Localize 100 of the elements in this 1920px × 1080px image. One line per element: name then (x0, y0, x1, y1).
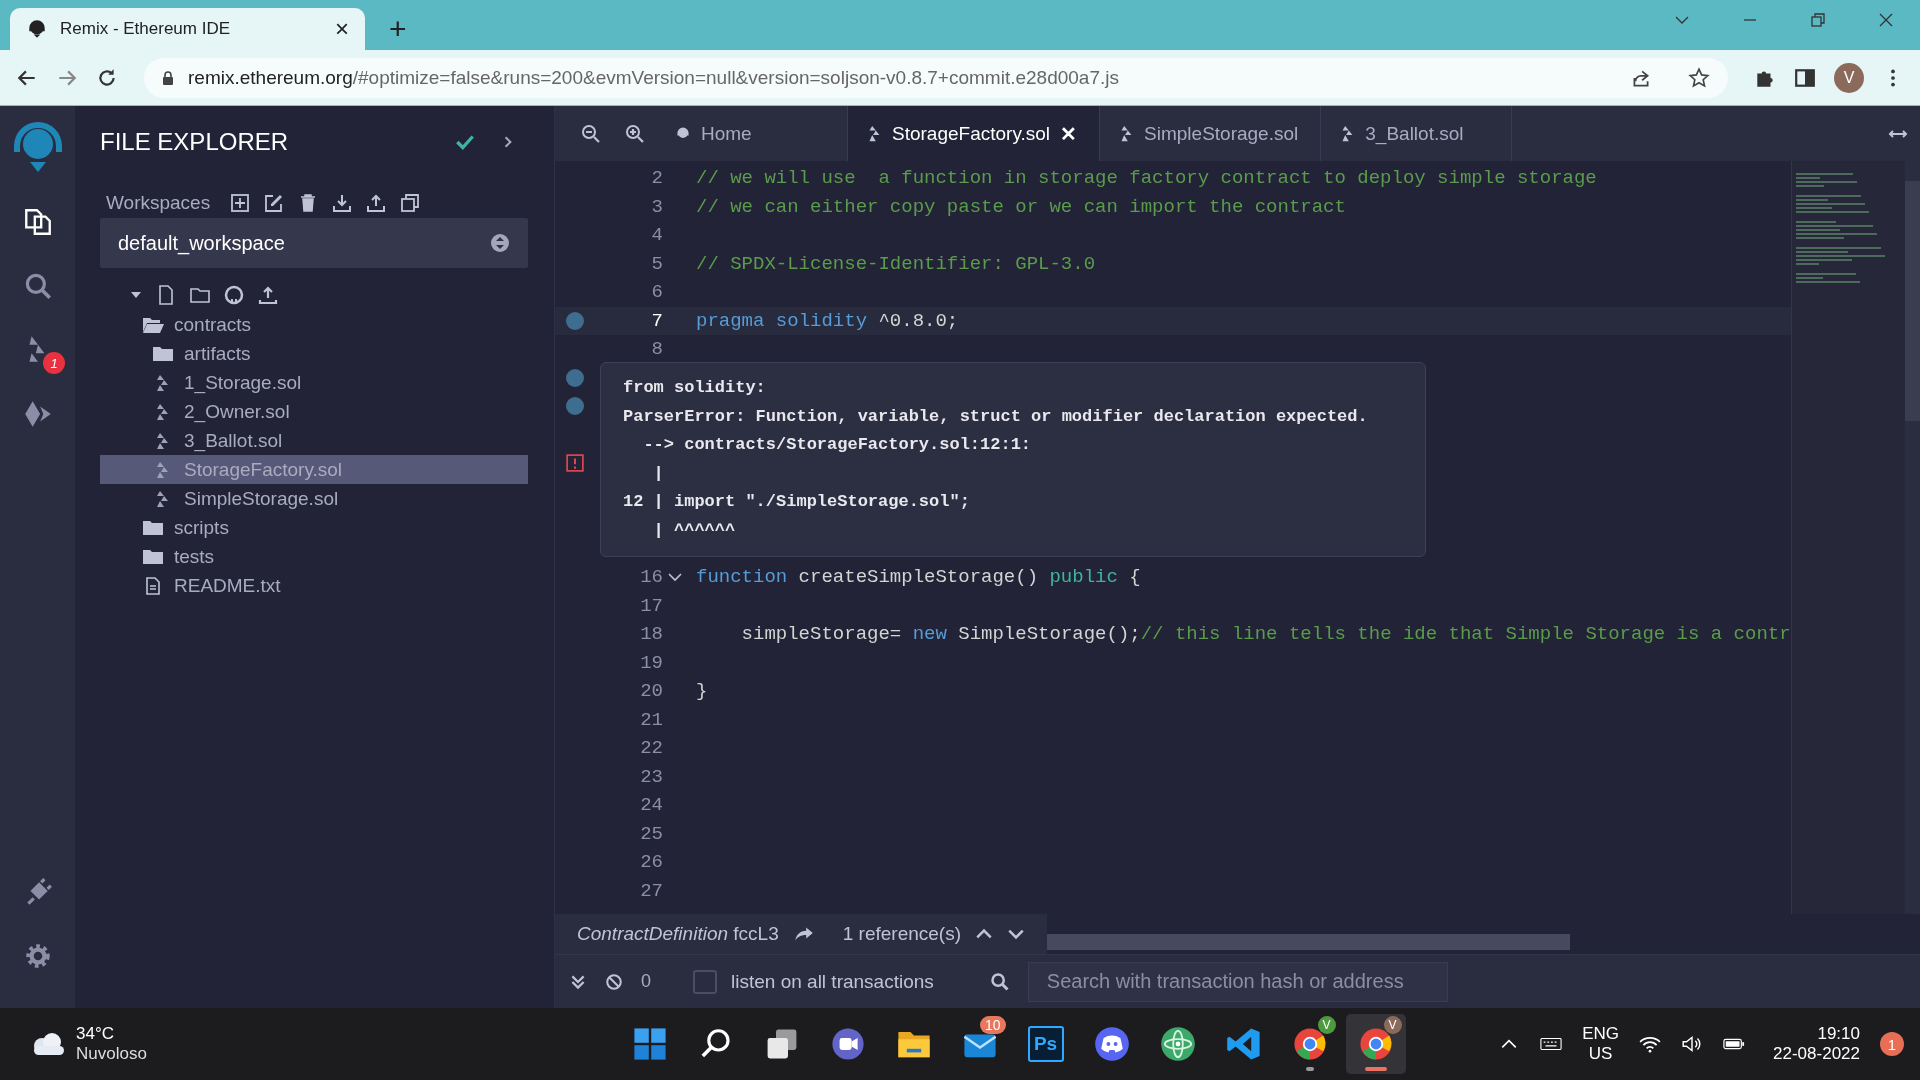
star-icon[interactable] (1688, 66, 1710, 89)
weather-condition: Nuvoloso (76, 1044, 147, 1064)
notification-badge: 1 (43, 352, 65, 374)
scrollbar-thumb[interactable] (1047, 934, 1570, 950)
line-number: 16 (640, 566, 663, 589)
folder-icon (142, 518, 164, 537)
windows-logo-icon (631, 1026, 668, 1062)
line-number: 27 (640, 879, 663, 902)
line-number: 24 (640, 794, 663, 817)
clock-date[interactable]: 22-08-2022 (1773, 1044, 1860, 1064)
language-code[interactable]: ENG (1582, 1024, 1620, 1044)
file-tree-item[interactable]: 2_Owner.sol (100, 397, 528, 426)
notification-badge: 10 (979, 1016, 1006, 1034)
edit-icon[interactable] (264, 193, 285, 213)
address-bar[interactable]: remix.ethereum.org/#optimize=false&runs=200&evmVersion=null&version=soljson-v0.8.7+commit.e28d00a7.js (144, 57, 1728, 98)
photoshop-icon: Ps (1027, 1026, 1064, 1062)
zoom-out-icon[interactable] (581, 123, 601, 144)
side-panel-icon[interactable] (1794, 66, 1816, 89)
code-line: simpleStorage= new SimpleStorage();// this line tells the ide that Simple Storage is a contr (740, 623, 1791, 646)
listen-label: listen on all transactions (731, 970, 934, 993)
new-file-icon[interactable] (156, 285, 176, 305)
search-icon (989, 971, 1010, 992)
zoom-in-icon[interactable] (625, 123, 645, 144)
wifi-icon[interactable] (1639, 1035, 1662, 1053)
breakpoint-dot[interactable] (566, 311, 584, 330)
upload-icon[interactable] (366, 193, 387, 213)
add-icon[interactable] (230, 193, 251, 213)
clear-icon[interactable] (605, 972, 623, 991)
file-tree-item[interactable]: contracts (100, 310, 528, 339)
lock-icon (162, 70, 174, 85)
file-tree-item[interactable]: tests (100, 542, 528, 571)
error-message-line: 12 | import "./SimpleStorage.sol"; (623, 491, 971, 513)
activity-item[interactable]: 1 (0, 318, 75, 382)
pending-count: 0 (641, 971, 651, 992)
file-tree-item[interactable]: artifacts (100, 339, 528, 368)
file-tree-item[interactable]: 3_Ballot.sol (100, 426, 528, 455)
breakpoint-dot[interactable] (566, 397, 584, 416)
line-number: 21 (640, 708, 663, 731)
error-message-line: | (652, 462, 665, 485)
line-number: 5 (651, 252, 663, 275)
file-tree-item[interactable]: scripts (100, 513, 528, 542)
editor-tab[interactable]: 3_Ballot.sol (1321, 106, 1513, 161)
checkbox[interactable] (693, 969, 717, 994)
error-message-line: ParserError: Function, variable, struct or modifier declaration expected. (623, 405, 1369, 428)
file-tree-item[interactable]: SimpleStorage.sol (100, 484, 528, 513)
code-line: // SPDX-License-Identifier: GPL-3.0 (696, 252, 1096, 275)
close-tab-button[interactable]: ✕ (1060, 121, 1078, 146)
game-controller-icon (1093, 1026, 1130, 1062)
profile-avatar: V (1383, 1016, 1402, 1034)
code-line: // we will use a function in storage factory contract to deploy simple storage (696, 167, 1597, 190)
line-number: 3 (651, 195, 663, 218)
line-number: 6 (651, 281, 663, 304)
definition-label: ContractDefinition fccL3 (577, 923, 779, 945)
new-folder-icon[interactable] (190, 285, 210, 305)
line-number: 4 (651, 224, 663, 247)
line-number: 25 (640, 822, 663, 845)
download-icon[interactable] (332, 193, 353, 213)
workspace-dropdown[interactable]: default_workspace (100, 218, 528, 268)
restore-icon[interactable] (1810, 12, 1826, 28)
close-tab-button[interactable]: × (335, 17, 349, 41)
clock-time[interactable]: 19:10 (1817, 1024, 1860, 1044)
profile-avatar[interactable]: V (1834, 62, 1864, 93)
taskbar-app[interactable]: V (1279, 1014, 1340, 1074)
line-number: 20 (640, 680, 663, 703)
line-number: 7 (651, 309, 663, 332)
code-line: pragma solidity ^0.8.0; (696, 309, 959, 332)
taskbar-app[interactable]: Ps (1015, 1014, 1076, 1074)
line-number: 18 (640, 623, 663, 646)
video-chat-icon (829, 1026, 866, 1062)
reload-icon[interactable] (96, 66, 118, 89)
editor-tab[interactable]: SimpleStorage.sol (1100, 106, 1322, 161)
new-tab-button[interactable]: + (383, 14, 413, 44)
taskbar-app[interactable]: V (1345, 1014, 1406, 1074)
tab-title: Remix - Ethereum IDE (60, 19, 232, 39)
error-message-line: --> contracts/StorageFactory.sol:12:1: (642, 434, 1033, 456)
close-icon[interactable] (1878, 12, 1894, 28)
keyboard-layout[interactable]: US (1588, 1044, 1613, 1064)
file-tree-item[interactable]: README.txt (100, 571, 528, 600)
browser-tab[interactable]: Remix - Ethereum IDE × (10, 8, 365, 50)
open-folder-icon (142, 315, 164, 334)
breakpoint-dot[interactable] (566, 368, 584, 387)
keyboard-icon[interactable] (1540, 1035, 1563, 1053)
profile-avatar: V (1317, 1016, 1336, 1034)
file-tree-item[interactable]: 1_Storage.sol (100, 368, 528, 397)
code-line: } (696, 680, 708, 703)
line-number: 22 (640, 737, 663, 760)
line-number: 2 (651, 167, 663, 190)
temperature: 34°C (76, 1024, 115, 1044)
code-editor-icon (1225, 1026, 1262, 1062)
workspaces-label: Workspaces (106, 192, 211, 214)
line-number: 23 (640, 765, 663, 788)
copy-icon[interactable] (400, 193, 421, 213)
line-number: 8 (651, 338, 663, 361)
editor-tab[interactable]: StorageFactory.sol ✕ (848, 106, 1101, 161)
line-number: 26 (640, 851, 663, 874)
url-text: remix.ethereum.org/#optimize=false&runs=200&evmVersion=null&version=soljson-v0.8.7+commit.e28d00a7.js (188, 66, 1119, 89)
upload-icon[interactable] (258, 285, 278, 305)
search-field[interactable]: Search with transaction hash or address (1027, 961, 1448, 1002)
folder-icon (152, 344, 174, 363)
panel-title: FILE EXPLORER (100, 128, 289, 156)
